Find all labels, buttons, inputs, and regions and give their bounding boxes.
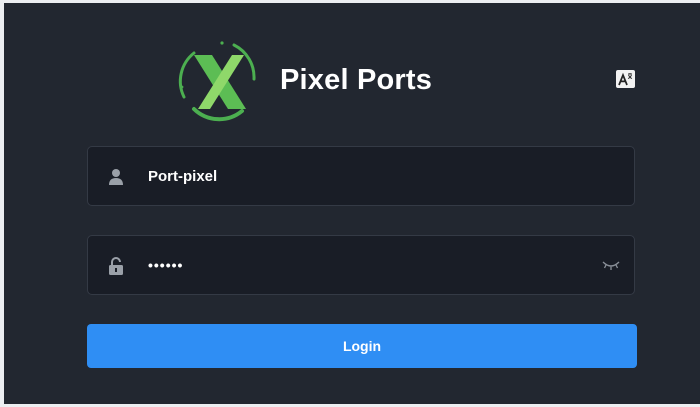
language-button[interactable] (616, 70, 635, 88)
username-input[interactable] (148, 161, 578, 191)
login-button[interactable]: Login (87, 324, 637, 368)
password-field[interactable] (87, 235, 635, 295)
eye-closed-icon[interactable] (601, 258, 621, 272)
brand-name: Pixel Ports (280, 64, 433, 96)
username-field[interactable] (87, 146, 635, 206)
password-input[interactable] (148, 250, 578, 280)
lock-icon (109, 257, 123, 275)
x-circle-logo-icon (178, 41, 256, 122)
translate-icon (618, 72, 633, 86)
user-icon (109, 169, 123, 185)
